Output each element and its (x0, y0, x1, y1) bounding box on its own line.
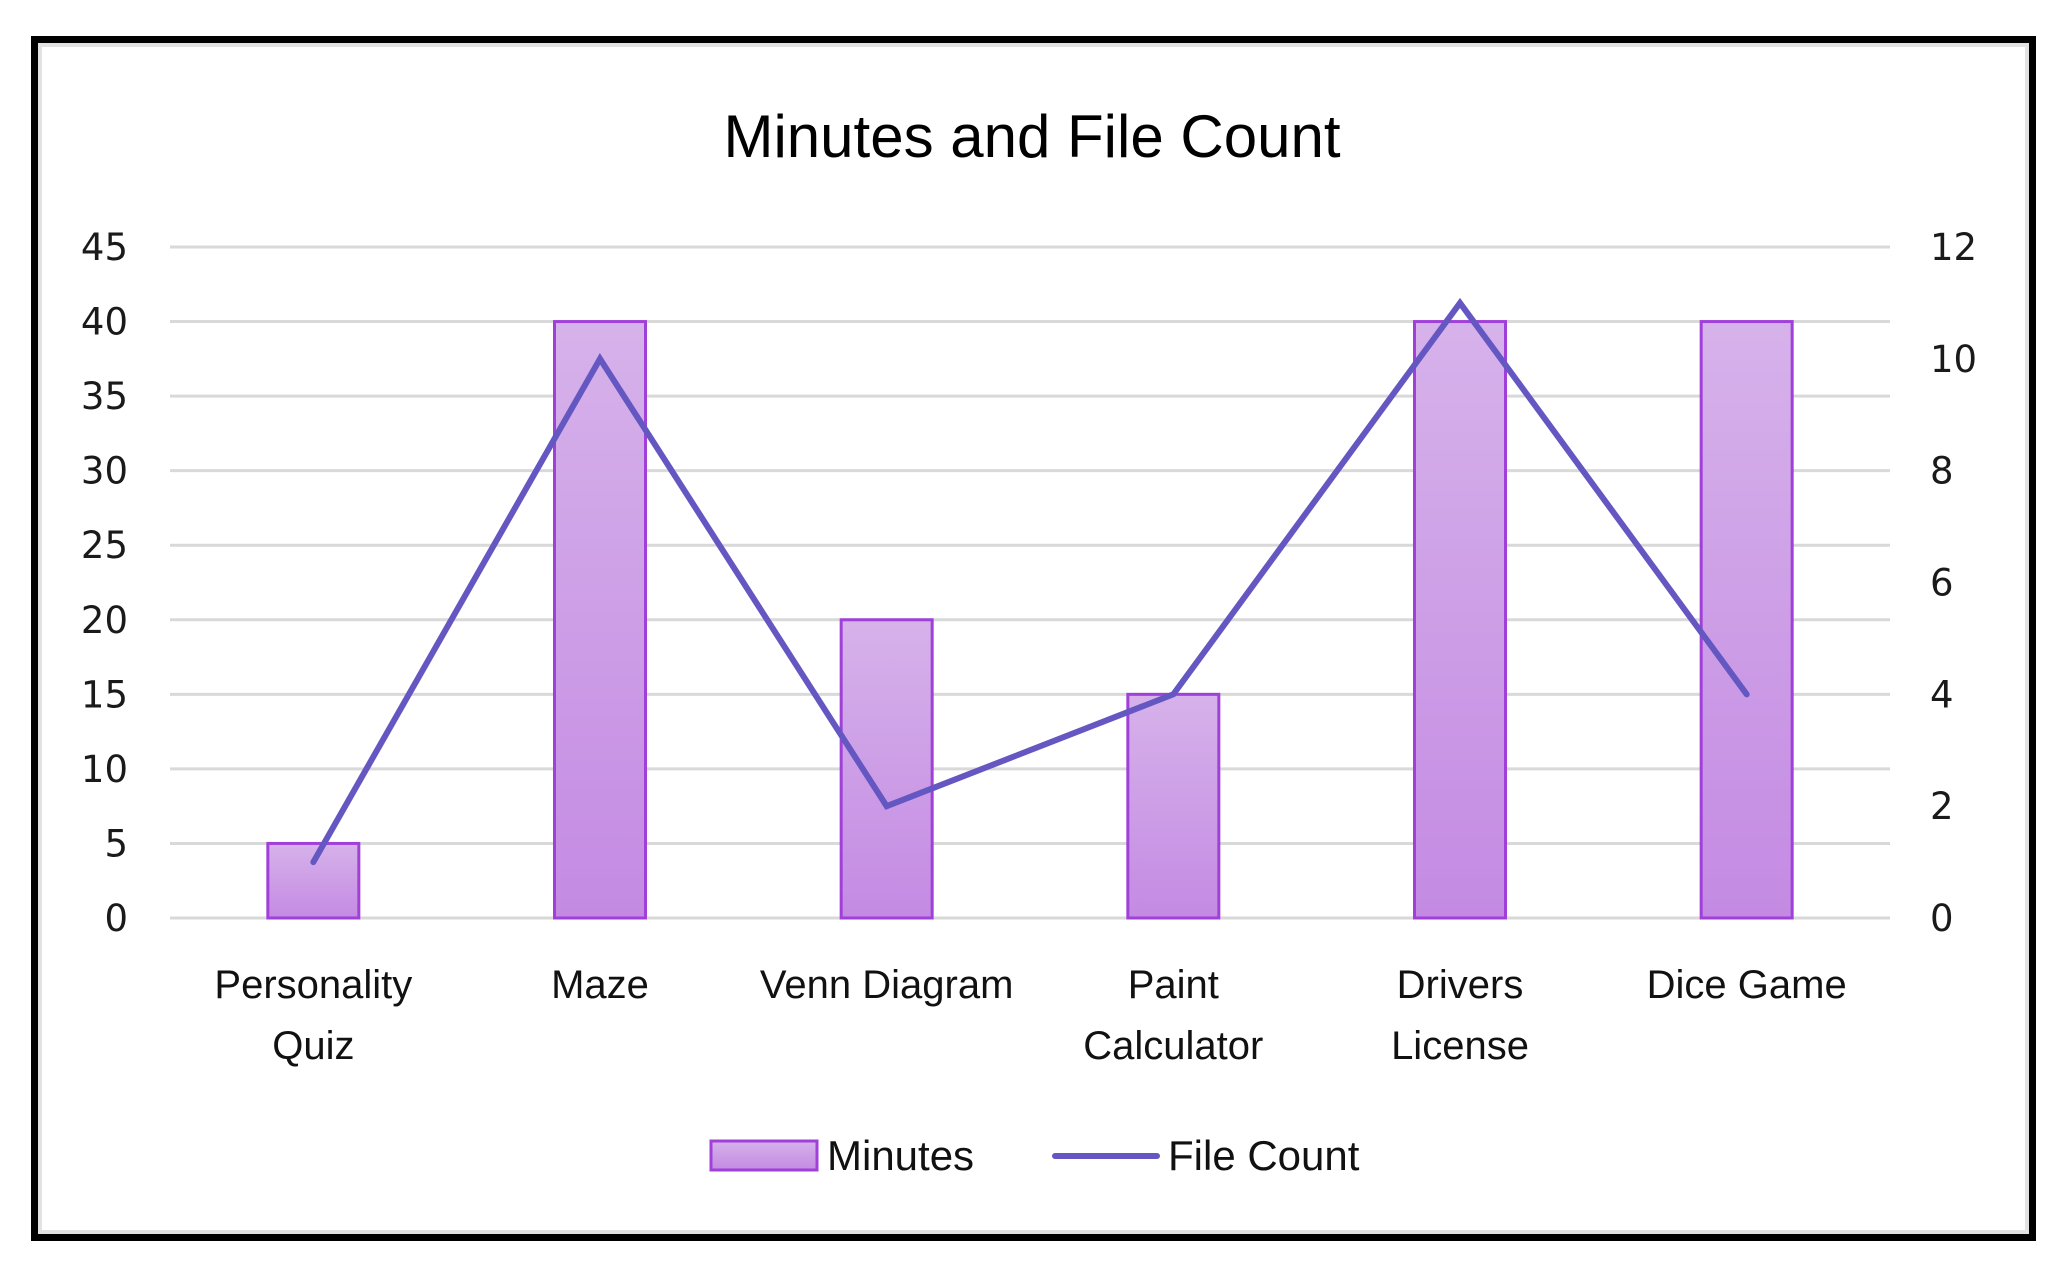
right-tick-label: 12 (1930, 226, 1977, 269)
combo-chart: Minutes and File Count 05101520253035404… (81, 103, 1977, 1179)
bar-minutes (1699, 320, 1794, 920)
chart-title: Minutes and File Count (724, 103, 1341, 170)
category-label: Personality Quiz (214, 963, 412, 1068)
gridlines (170, 245, 1890, 920)
legend: Minutes File Count (709, 1132, 1360, 1179)
right-tick-label: 2 (1930, 785, 1954, 828)
category-label: Drivers License (1391, 963, 1529, 1068)
category-label: Maze (551, 963, 649, 1007)
legend-swatch-minutes (709, 1139, 819, 1172)
left-tick-label: 0 (104, 897, 128, 940)
category-label: Paint Calculator (1083, 963, 1263, 1068)
legend-label-minutes: Minutes (827, 1132, 974, 1179)
left-tick-label: 30 (81, 450, 128, 493)
right-tick-label: 6 (1930, 562, 1954, 605)
left-tick-label: 10 (81, 748, 128, 791)
category-label-line: Maze (551, 963, 649, 1007)
category-label: Venn Diagram (760, 963, 1013, 1007)
right-tick-label: 8 (1930, 450, 1954, 493)
legend-label-file-count: File Count (1168, 1132, 1360, 1179)
left-tick-label: 40 (81, 301, 128, 344)
category-label: Dice Game (1647, 963, 1847, 1007)
right-tick-label: 10 (1930, 338, 1977, 381)
bar-minutes (1126, 692, 1221, 920)
right-tick-label: 4 (1930, 673, 1954, 716)
line-file-count (310, 297, 1750, 866)
category-label-line: Drivers (1397, 963, 1524, 1007)
right-tick-label: 0 (1930, 897, 1954, 940)
category-label-line: Venn Diagram (760, 963, 1013, 1007)
category-label-line: Paint (1128, 963, 1219, 1007)
right-axis: 0 2 4 6 8 10 12 (1930, 226, 1977, 940)
category-label-line: License (1391, 1024, 1529, 1068)
left-tick-label: 15 (81, 673, 128, 716)
category-label-line: Dice Game (1647, 963, 1847, 1007)
file-count-series (310, 297, 1750, 866)
category-label-line: Quiz (272, 1024, 354, 1068)
left-tick-label: 25 (81, 524, 128, 567)
category-label-line: Calculator (1083, 1024, 1263, 1068)
category-label-line: Personality (214, 963, 412, 1007)
left-tick-label: 5 (104, 822, 128, 865)
bar-minutes (839, 618, 934, 920)
left-tick-label: 35 (81, 375, 128, 418)
bar-minutes (266, 841, 361, 920)
category-axis: Personality Quiz Maze Venn Diagram Paint Calc… (214, 963, 1846, 1068)
left-axis: 0 5 10 15 20 25 30 35 40 45 (81, 226, 128, 940)
bar-minutes (1413, 320, 1507, 920)
left-tick-label: 45 (81, 226, 128, 269)
left-tick-label: 20 (81, 599, 128, 642)
